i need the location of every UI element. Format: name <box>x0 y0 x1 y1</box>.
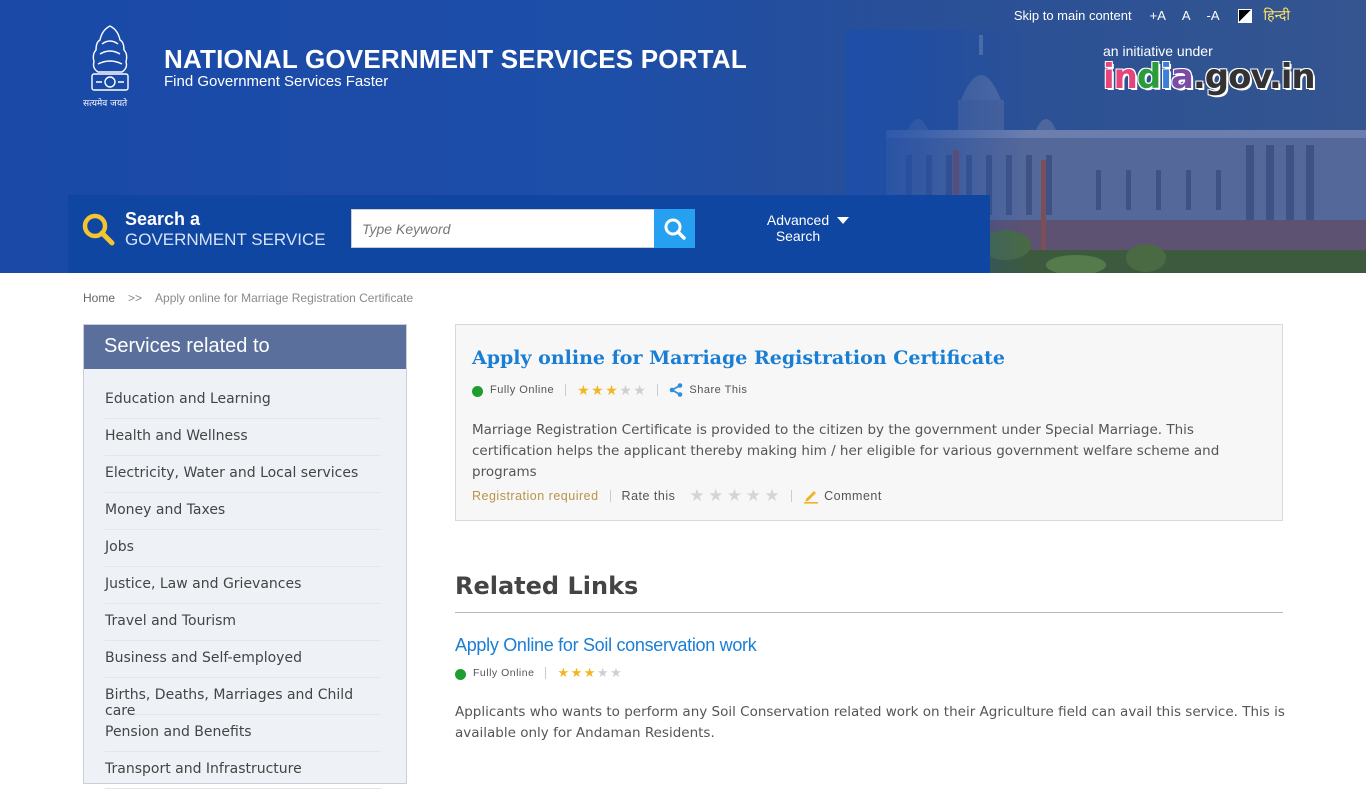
search-submit-button[interactable] <box>654 209 695 248</box>
service-actions: Registration required Rate this ★ ★ ★ ★ ★ Co… <box>472 486 882 506</box>
font-increase-button[interactable]: +A <box>1150 8 1166 23</box>
logo-part: in <box>1103 57 1138 97</box>
related-link-description: Applicants who wants to perform any Soil… <box>455 704 1285 741</box>
sidebar-item-travel[interactable]: Travel and Tourism <box>105 604 381 641</box>
related-links-divider <box>455 612 1283 613</box>
divider <box>545 667 547 679</box>
rate-star-2-icon[interactable]: ★ <box>708 486 724 506</box>
online-status-dot-icon <box>455 668 466 680</box>
font-decrease-button[interactable]: -A <box>1207 8 1220 23</box>
font-normal-button[interactable]: A <box>1182 8 1191 23</box>
star-filled-icon: ★ <box>583 665 596 680</box>
star-filled-icon: ★ <box>605 382 619 398</box>
sidebar-item-transport[interactable]: Transport and Infrastructure <box>105 752 381 789</box>
portal-subtitle: Find Government Services Faster <box>164 73 389 90</box>
sidebar-item-pension[interactable]: Pension and Benefits <box>105 715 381 752</box>
keyword-search-input[interactable] <box>351 209 655 248</box>
breadcrumb: Home >> Apply online for Marriage Regist… <box>83 291 413 305</box>
advanced-search-label-line2: Search <box>775 228 821 244</box>
star-empty-icon: ★ <box>619 382 633 398</box>
rate-star-5-icon[interactable]: ★ <box>764 486 780 506</box>
service-title-link[interactable]: Apply online for Marriage Registration C… <box>472 347 1005 369</box>
skip-to-main-content-link[interactable]: Skip to main content <box>1014 8 1132 23</box>
site-header: Skip to main content +A A -A हिन्दी सत्य… <box>0 0 1366 273</box>
accessibility-bar: Skip to main content +A A -A हिन्दी <box>1014 6 1290 25</box>
breadcrumb-home-link[interactable]: Home <box>83 291 115 305</box>
star-filled-icon: ★ <box>570 665 583 680</box>
services-sidebar: Services related to Education and Learni… <box>83 324 407 789</box>
logo-part: d <box>1136 57 1161 97</box>
divider <box>565 384 567 396</box>
advanced-search-label-line1: Advanced <box>766 212 830 228</box>
caret-down-icon[interactable] <box>837 217 849 224</box>
comment-button[interactable]: Comment <box>803 488 882 504</box>
service-rating-stars: ★ ★ ★ ★ ★ <box>577 383 646 397</box>
share-icon[interactable] <box>669 383 683 397</box>
service-description: Marriage Registration Certificate is pro… <box>472 422 1220 480</box>
india-gov-logo[interactable]: india.gov.in <box>1103 57 1316 97</box>
search-bar: Search a GOVERNMENT SERVICE Advanced Sea… <box>68 195 990 273</box>
sidebar-item-jobs[interactable]: Jobs <box>105 530 381 567</box>
sidebar-item-utilities[interactable]: Electricity, Water and Local services <box>105 456 381 493</box>
service-meta: Fully Online ★ ★ ★ ★ ★ Share This <box>472 383 747 397</box>
rate-star-4-icon[interactable]: ★ <box>746 486 762 506</box>
emblem-caption: सत्यमेव जयते <box>83 99 128 109</box>
breadcrumb-current: Apply online for Marriage Registration C… <box>155 291 414 305</box>
sidebar-item-health[interactable]: Health and Wellness <box>105 419 381 456</box>
search-lens-icon <box>82 213 115 246</box>
star-empty-icon: ★ <box>596 665 610 680</box>
sidebar-item-business[interactable]: Business and Self-employed <box>105 641 381 678</box>
comment-label: Comment <box>824 489 882 503</box>
breadcrumb-separator: >> <box>128 291 143 305</box>
advanced-search-toggle[interactable]: Advanced Search <box>748 212 848 244</box>
related-links-heading: Related Links <box>455 572 638 600</box>
rate-star-1-icon[interactable]: ★ <box>689 486 705 506</box>
language-hindi-link[interactable]: हिन्दी <box>1264 6 1290 25</box>
sidebar-item-education[interactable]: Education and Learning <box>105 382 381 419</box>
sidebar-item-justice[interactable]: Justice, Law and Grievances <box>105 567 381 604</box>
star-empty-icon: ★ <box>633 382 647 398</box>
sidebar-heading: Services related to <box>84 325 406 369</box>
star-empty-icon: ★ <box>610 665 623 680</box>
registration-required-note: Registration required <box>472 489 599 503</box>
sidebar-item-births-deaths[interactable]: Births, Deaths, Marriages and Child care <box>105 678 381 719</box>
related-link-title[interactable]: Apply Online for Soil conservation work <box>455 635 757 656</box>
online-status-dot-icon <box>472 385 483 397</box>
star-filled-icon: ★ <box>577 382 591 398</box>
logo-part: a <box>1170 57 1194 97</box>
star-filled-icon: ★ <box>591 382 605 398</box>
divider <box>609 490 611 502</box>
service-status: Fully Online <box>490 384 555 396</box>
rate-this-stars[interactable]: ★ ★ ★ ★ ★ <box>689 486 780 506</box>
sidebar-item-money-taxes[interactable]: Money and Taxes <box>105 493 381 530</box>
portal-title: NATIONAL GOVERNMENT SERVICES PORTAL <box>164 44 747 74</box>
search-label-line2: GOVERNMENT SERVICE <box>125 230 326 249</box>
rate-star-3-icon[interactable]: ★ <box>727 486 743 506</box>
logo-part: .gov.in <box>1192 57 1316 97</box>
share-this-link[interactable]: Share This <box>689 384 747 396</box>
star-filled-icon: ★ <box>557 665 570 680</box>
contrast-toggle-icon[interactable] <box>1237 8 1252 23</box>
divider <box>791 490 793 502</box>
pencil-icon <box>804 491 819 504</box>
related-link-rating-stars: ★ ★ ★ ★ ★ <box>557 666 622 680</box>
logo-part: i <box>1160 57 1172 97</box>
related-link-meta: Fully Online ★ ★ ★ ★ ★ <box>455 666 622 680</box>
search-label-line1: Search a <box>125 209 201 229</box>
rate-this-label: Rate this <box>621 489 676 503</box>
related-link-status: Fully Online <box>473 667 535 679</box>
sidebar-category-list: Education and Learning Health and Wellne… <box>84 369 406 789</box>
service-detail-card: Apply online for Marriage Registration C… <box>455 324 1283 521</box>
search-icon <box>664 218 686 240</box>
related-links-heading-text: Related Links <box>455 572 639 600</box>
divider <box>657 384 659 396</box>
